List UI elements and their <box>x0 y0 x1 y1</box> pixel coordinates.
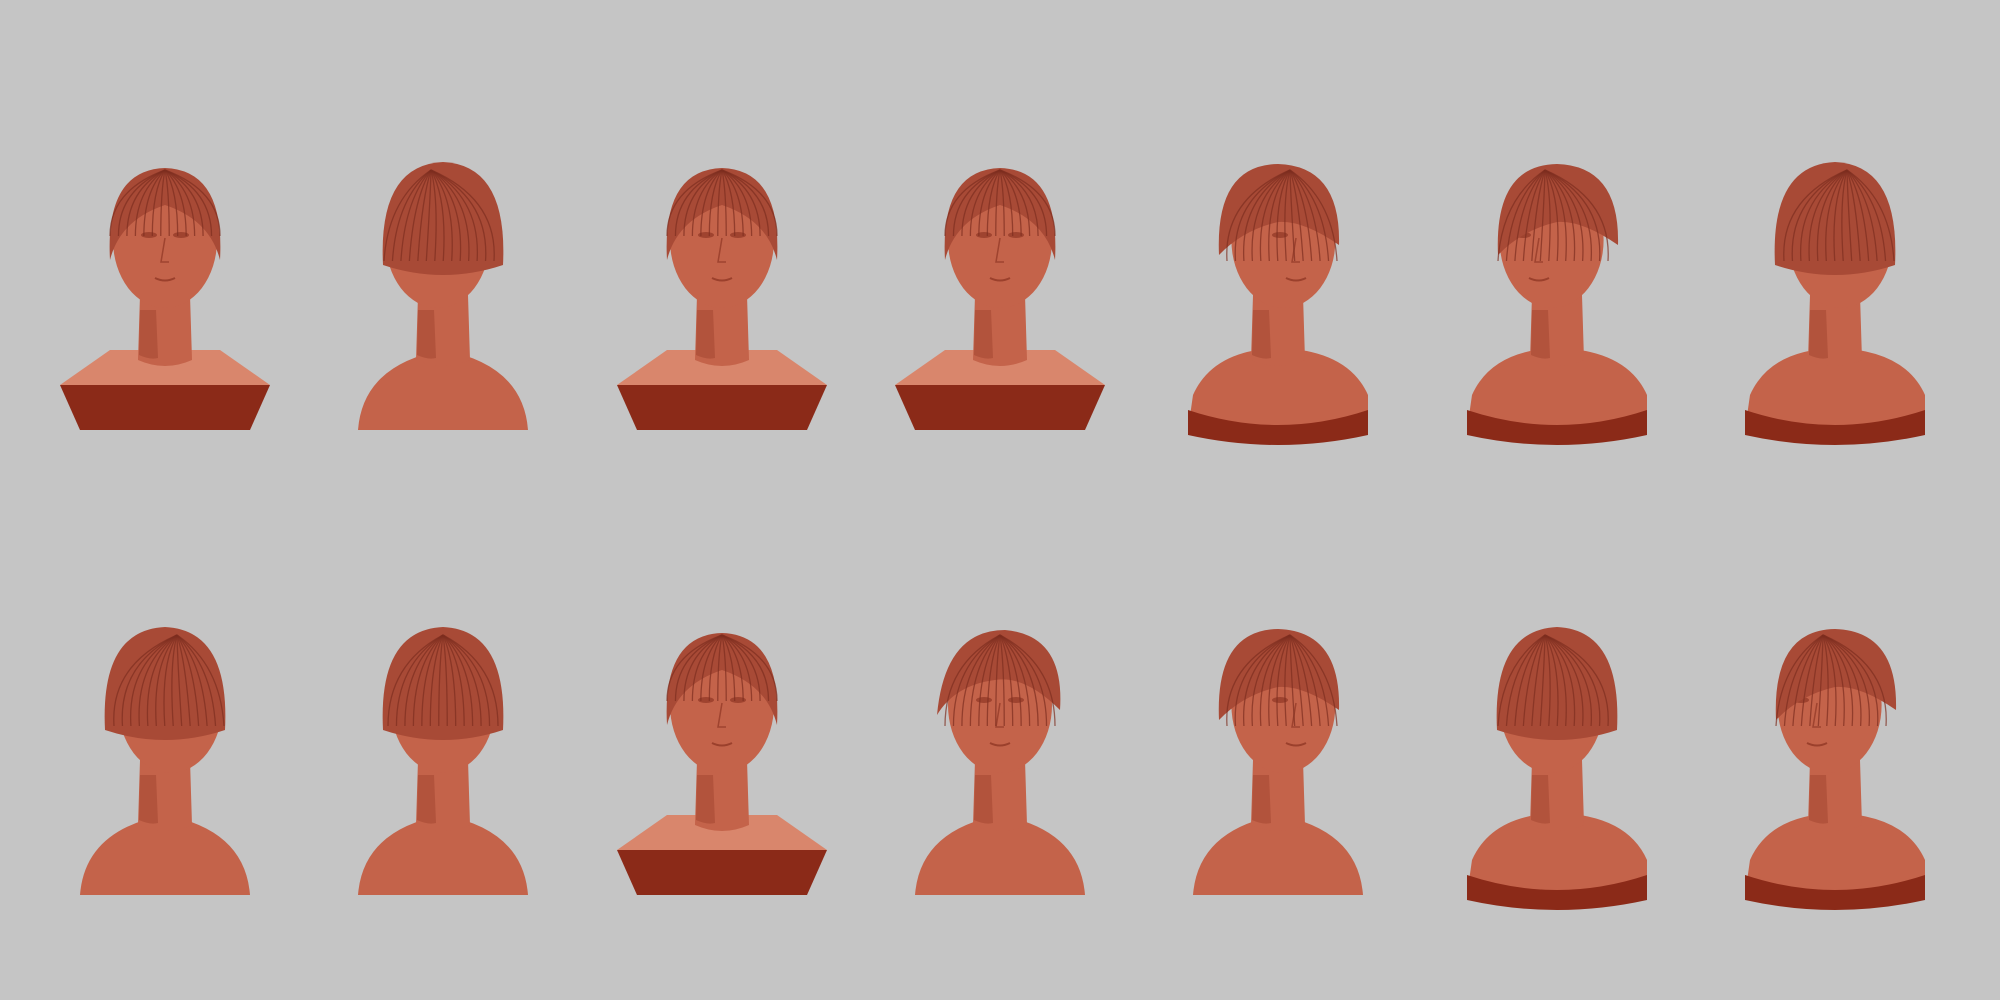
bust-figure <box>358 162 529 430</box>
bust-view-back-right <box>40 575 290 935</box>
bust-figure <box>1744 162 1925 445</box>
right-eye <box>1007 697 1024 703</box>
bust-figure <box>1193 629 1364 895</box>
bust-base <box>894 385 1105 430</box>
bust-base <box>616 850 827 895</box>
bust-view-back-left <box>1432 575 1682 935</box>
bust-illustration <box>358 627 529 895</box>
bust-view-front <box>597 110 847 470</box>
bust-illustration <box>1466 627 1647 910</box>
bust-base <box>616 385 827 430</box>
left-eye <box>975 697 992 703</box>
bust-illustration <box>616 168 827 430</box>
bust-base <box>60 385 270 430</box>
top-row <box>40 90 1960 470</box>
bust-figure <box>80 627 250 895</box>
bust-view-left <box>1710 575 1960 935</box>
bust-figure <box>358 627 529 895</box>
bust-view-back <box>318 575 568 935</box>
bust-figure <box>1744 629 1925 910</box>
bust-illustration <box>1744 629 1925 910</box>
bust-illustration <box>1744 162 1925 445</box>
bust-view-front <box>597 575 847 935</box>
bust-view-top-down <box>875 575 1125 935</box>
hair <box>382 627 504 740</box>
bust-illustration <box>1466 164 1647 445</box>
bust-illustration <box>914 630 1085 895</box>
bust-figure <box>914 630 1085 895</box>
bust-view-front <box>875 110 1125 470</box>
bust-illustration <box>358 162 529 430</box>
bust-view-left <box>1432 110 1682 470</box>
bust-figure <box>1188 164 1369 445</box>
bust-view-back-right <box>1710 110 1960 470</box>
bust-illustration <box>80 627 250 895</box>
bust-figure <box>616 633 827 895</box>
bust-view-left-back <box>318 110 568 470</box>
bust-figure <box>1466 164 1647 445</box>
bust-figure <box>1466 627 1647 910</box>
bust-figure <box>616 168 827 430</box>
bust-illustration <box>1188 164 1369 445</box>
bust-view-right <box>1153 110 1403 470</box>
bottom-row <box>40 555 1960 935</box>
bust-illustration <box>616 633 827 895</box>
bust-illustration <box>894 168 1105 430</box>
sculpt-canvas <box>0 0 2000 1000</box>
bust-figure <box>894 168 1105 430</box>
bust-figure <box>60 168 270 430</box>
bust-view-front <box>40 110 290 470</box>
bust-view-right <box>1153 575 1403 935</box>
bust-illustration <box>60 168 270 430</box>
bust-illustration <box>1193 629 1364 895</box>
